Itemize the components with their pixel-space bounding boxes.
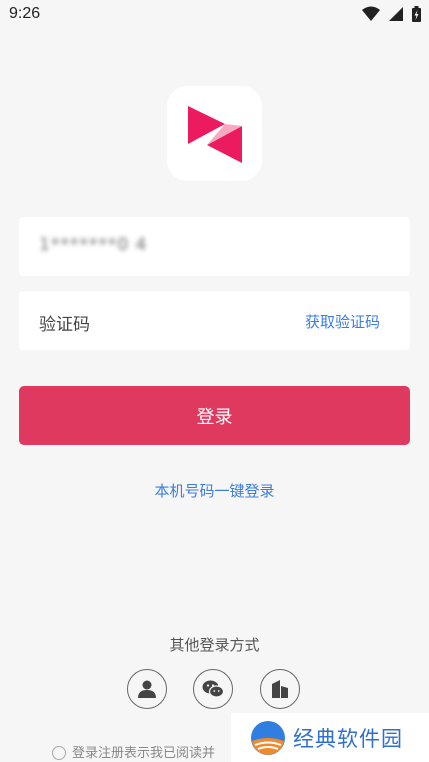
app-logo bbox=[167, 86, 262, 181]
account-icon bbox=[138, 680, 156, 698]
battery-icon bbox=[412, 6, 421, 22]
phone-field[interactable]: 1*******0 4 bbox=[19, 217, 410, 276]
app-logo-icon bbox=[188, 106, 242, 163]
agreement-text: 登录注册表示我已阅读并 bbox=[72, 746, 216, 761]
login-button[interactable]: 登录 bbox=[19, 386, 410, 445]
wifi-icon bbox=[361, 6, 380, 21]
one-click-login-link[interactable]: 本机号码一键登录 bbox=[0, 480, 429, 501]
status-time: 9:26 bbox=[9, 5, 41, 22]
watermark-text: 经典软件园 bbox=[293, 726, 403, 751]
status-icons bbox=[358, 6, 421, 22]
enterprise-login-button[interactable] bbox=[260, 669, 300, 709]
status-bar: 9:26 bbox=[0, 0, 429, 30]
verification-code-placeholder: 验证码 bbox=[39, 315, 90, 335]
watermark-logo-icon bbox=[251, 720, 285, 755]
signal-icon bbox=[388, 7, 403, 21]
building-icon bbox=[272, 680, 288, 698]
account-login-button[interactable] bbox=[127, 669, 167, 709]
wechat-icon bbox=[202, 680, 224, 698]
phone-input-value: 1*******0 4 bbox=[39, 235, 148, 255]
watermark: 经典软件园 bbox=[231, 713, 429, 762]
other-login-title: 其他登录方式 bbox=[169, 636, 260, 654]
verification-code-field[interactable]: 验证码 获取验证码 bbox=[19, 291, 410, 350]
get-code-button[interactable]: 获取验证码 bbox=[305, 311, 380, 332]
agree-checkbox[interactable] bbox=[52, 746, 66, 760]
agreement: 登录注册表示我已阅读并 bbox=[52, 742, 215, 762]
wechat-login-button[interactable] bbox=[193, 669, 233, 709]
